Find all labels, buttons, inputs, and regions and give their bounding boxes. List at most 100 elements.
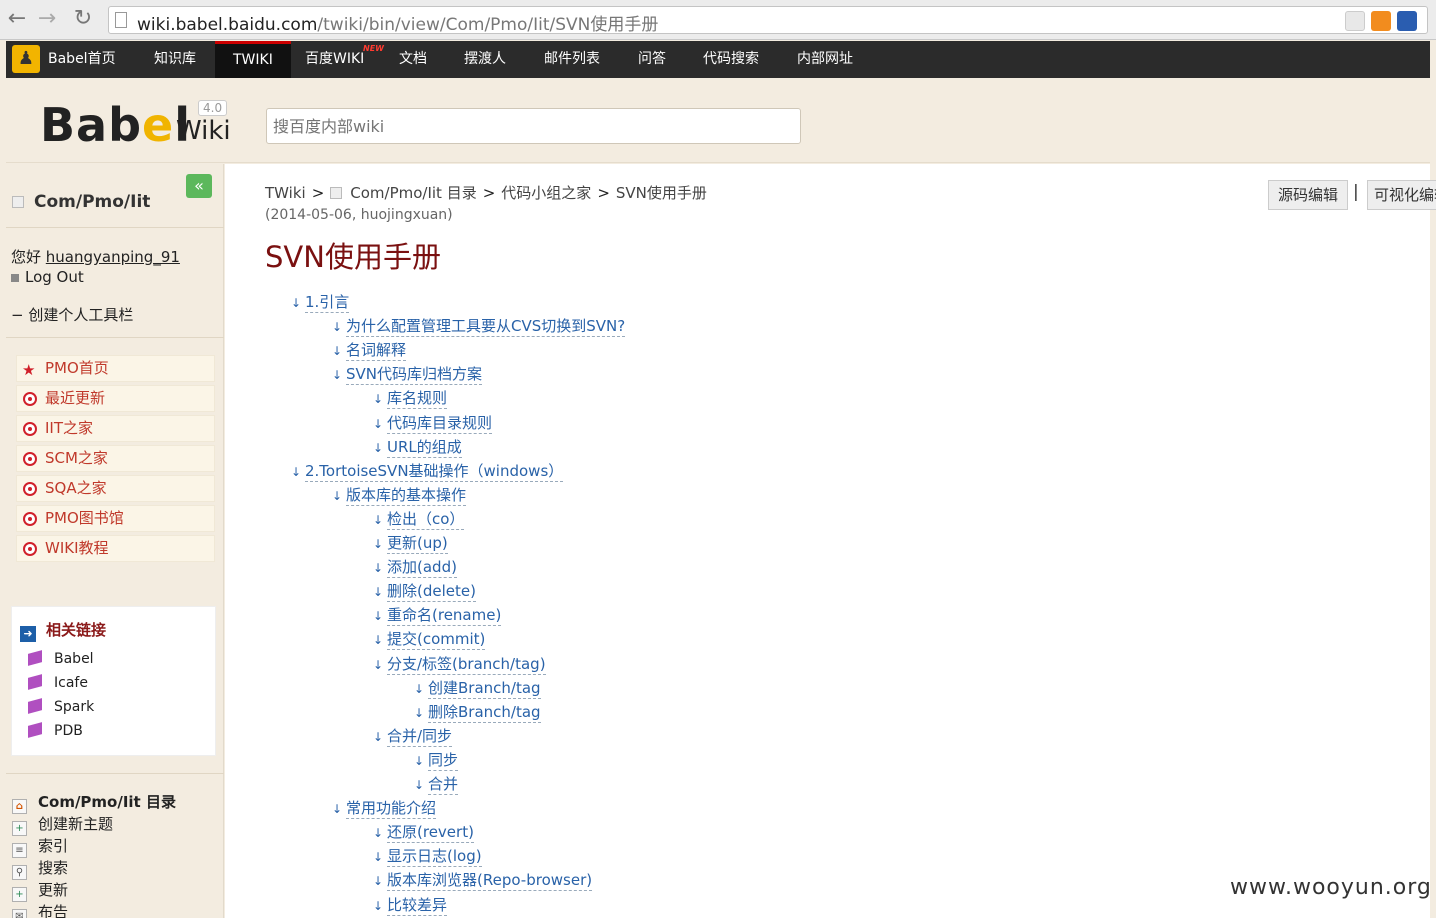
sidebar-item-recent-updates[interactable]: 最近更新 bbox=[16, 385, 215, 412]
create-personal-toolbar-link[interactable]: − 创建个人工具栏 bbox=[11, 304, 133, 325]
toc-item-label: 名词解释 bbox=[346, 341, 407, 362]
toc-item[interactable]: ↓ 添加(add) bbox=[373, 556, 457, 579]
toc-item[interactable]: ↓ 1.引言 bbox=[291, 291, 350, 313]
toc-item[interactable]: ↓ 同步 bbox=[414, 749, 459, 771]
address-bar[interactable]: wiki.babel.baidu.com/twiki/bin/view/Com/… bbox=[108, 6, 1428, 35]
tool-label: Com/Pmo/Iit 目录 bbox=[38, 793, 176, 811]
extension-orange-icon[interactable] bbox=[1371, 11, 1391, 31]
related-link-icafe[interactable]: Icafe bbox=[28, 674, 88, 691]
toc-item[interactable]: ↓ 合并/同步 bbox=[373, 725, 453, 747]
breadcrumb-web[interactable]: Com/Pmo/Iit 目录 bbox=[350, 184, 476, 202]
toc-item[interactable]: ↓ 显示日志(log) bbox=[373, 845, 482, 868]
down-arrow-icon: ↓ bbox=[332, 488, 343, 503]
tool-label: 布告 bbox=[38, 903, 69, 918]
target-icon bbox=[23, 452, 37, 466]
toc-item[interactable]: ↓ 删除Branch/tag bbox=[414, 701, 541, 723]
book-icon bbox=[28, 698, 42, 714]
tool-create-topic[interactable]: + 创建新主题 bbox=[12, 813, 113, 836]
envelope-icon[interactable] bbox=[1345, 11, 1365, 31]
related-link-pdb[interactable]: PDB bbox=[28, 722, 83, 739]
sidebar-item-sqa-home[interactable]: SQA之家 bbox=[16, 475, 215, 502]
nav-babel-home[interactable]: Babel首页 bbox=[48, 41, 116, 78]
page-icon bbox=[115, 12, 127, 28]
toc-item[interactable]: ↓ 库名规则 bbox=[373, 387, 448, 410]
related-link-babel[interactable]: Babel bbox=[28, 650, 94, 667]
down-arrow-icon: ↓ bbox=[291, 464, 302, 479]
toc-item[interactable]: ↓ 提交(commit) bbox=[373, 628, 486, 651]
tool-changes[interactable]: + 更新 bbox=[12, 879, 68, 902]
nav-baidu-wiki[interactable]: 百度WIKI bbox=[305, 41, 364, 78]
nav-ferryman[interactable]: 摆渡人 bbox=[464, 41, 506, 78]
reload-icon[interactable]: ↻ bbox=[70, 6, 96, 32]
tool-search[interactable]: ⚲ 搜索 bbox=[12, 857, 68, 880]
toc-item[interactable]: ↓ SVN代码库归档方案 bbox=[332, 363, 483, 386]
toc-item-label: 1.引言 bbox=[305, 293, 350, 313]
sidebar-item-scm-home[interactable]: SCM之家 bbox=[16, 445, 215, 472]
breadcrumb-twiki[interactable]: TWiki bbox=[265, 184, 306, 202]
source-edit-button[interactable]: 源码编辑 bbox=[1268, 180, 1348, 210]
toc-item-label: 2.TortoiseSVN基础操作（windows） bbox=[305, 461, 564, 482]
tool-index[interactable]: ≡ 索引 bbox=[12, 835, 68, 858]
toc-item[interactable]: ↓ 名词解释 bbox=[332, 339, 407, 362]
toc-item[interactable]: ↓ 代码库目录规则 bbox=[373, 412, 493, 434]
toc-item-label: 库名规则 bbox=[387, 389, 448, 410]
tool-web-home[interactable]: ⌂ Com/Pmo/Iit 目录 bbox=[12, 791, 176, 814]
search-input[interactable] bbox=[266, 108, 801, 144]
sidebar: « Com/Pmo/Iit 您好 huangyanping_91 Log Out… bbox=[6, 164, 224, 918]
web-title[interactable]: Com/Pmo/Iit bbox=[12, 192, 150, 212]
down-arrow-icon: ↓ bbox=[332, 320, 343, 335]
sidebar-item-pmo-home[interactable]: ★ PMO首页 bbox=[16, 355, 215, 382]
sidebar-item-iit-home[interactable]: IIT之家 bbox=[16, 415, 215, 442]
collapse-sidebar-icon[interactable]: « bbox=[186, 174, 212, 198]
nav-mailing-list[interactable]: 邮件列表 bbox=[544, 41, 600, 78]
toc-item[interactable]: ↓ 创建Branch/tag bbox=[414, 677, 541, 699]
toc-item[interactable]: ↓ 2.TortoiseSVN基础操作（windows） bbox=[291, 460, 564, 482]
nav-qa[interactable]: 问答 bbox=[638, 41, 666, 78]
url-text[interactable]: wiki.babel.baidu.com/twiki/bin/view/Com/… bbox=[137, 10, 658, 35]
toc-item[interactable]: ↓ 检出（co） bbox=[373, 508, 465, 530]
sidebar-item-wiki-tutorial[interactable]: WIKI教程 bbox=[16, 535, 215, 562]
related-link-spark[interactable]: Spark bbox=[28, 698, 94, 715]
toc-item[interactable]: ↓ 删除(delete) bbox=[373, 580, 476, 603]
nav-knowledge[interactable]: 知识库 bbox=[154, 41, 196, 78]
nav-docs[interactable]: 文档 bbox=[399, 41, 427, 78]
down-arrow-icon: ↓ bbox=[373, 657, 384, 672]
down-arrow-icon: ↓ bbox=[332, 368, 343, 383]
logout-link[interactable]: Log Out bbox=[11, 268, 84, 286]
toc-item[interactable]: ↓ 版本库的基本操作 bbox=[332, 484, 467, 506]
toc-item[interactable]: ↓ 重命名(rename) bbox=[373, 604, 502, 627]
toc-item[interactable]: ↓ 分支/标签(branch/tag) bbox=[373, 653, 546, 675]
toc-item[interactable]: ↓ 更新(up) bbox=[373, 532, 448, 554]
watermark: www.wooyun.org bbox=[1230, 875, 1432, 900]
back-arrow-icon[interactable]: ← bbox=[4, 6, 30, 32]
target-icon bbox=[23, 482, 37, 496]
tool-notify[interactable]: ✉ 布告 bbox=[12, 901, 68, 918]
extension-blue-icon[interactable] bbox=[1397, 11, 1417, 31]
toc-item-label: 合并 bbox=[428, 775, 459, 795]
username-link[interactable]: huangyanping_91 bbox=[46, 248, 180, 266]
visual-edit-button[interactable]: 可视化编辑 bbox=[1367, 180, 1436, 210]
toc-item[interactable]: ↓ 版本库浏览器(Repo-browser) bbox=[373, 869, 593, 892]
new-badge: NEW bbox=[363, 44, 384, 53]
toc-item[interactable]: ↓ 常用功能介绍 bbox=[332, 797, 437, 820]
divider bbox=[6, 337, 224, 338]
forward-arrow-icon[interactable]: → bbox=[34, 6, 60, 32]
toc-item[interactable]: ↓ 合并 bbox=[414, 773, 459, 795]
babel-logo[interactable]: Babel bbox=[40, 100, 191, 150]
nav-twiki[interactable]: TWIKI bbox=[215, 41, 291, 78]
toc-item-label: 显示日志(log) bbox=[387, 847, 482, 868]
toc-item-label: 比较差异 bbox=[387, 895, 448, 916]
related-link-label: Babel bbox=[54, 651, 94, 667]
book-icon bbox=[28, 650, 42, 666]
nav-intranet[interactable]: 内部网址 bbox=[797, 41, 853, 78]
sidebar-item-pmo-library[interactable]: PMO图书馆 bbox=[16, 505, 215, 532]
babel-home-icon[interactable]: ♟ bbox=[12, 45, 40, 73]
breadcrumb-parent[interactable]: 代码小组之家 bbox=[501, 184, 591, 202]
toc-item[interactable]: ↓ 为什么配置管理工具要从CVS切换到SVN? bbox=[332, 315, 626, 338]
down-arrow-icon: ↓ bbox=[332, 802, 343, 817]
toc-item-label: 更新(up) bbox=[387, 534, 448, 554]
toc-item[interactable]: ↓ 还原(revert) bbox=[373, 821, 474, 844]
toc-item[interactable]: ↓ 比较差异 bbox=[373, 894, 448, 916]
toc-item[interactable]: ↓ URL的组成 bbox=[373, 436, 462, 458]
nav-code-search[interactable]: 代码搜索 bbox=[703, 41, 759, 78]
